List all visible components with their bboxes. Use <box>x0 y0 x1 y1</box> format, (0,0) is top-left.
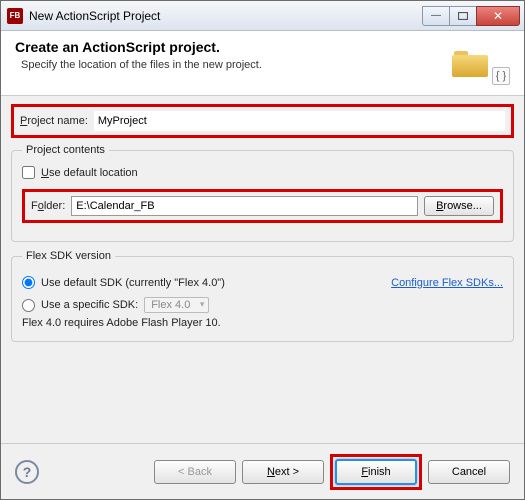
dialog-window: FB New ActionScript Project — ✕ Create a… <box>0 0 525 500</box>
actionscript-icon: { } <box>492 67 510 85</box>
banner-subtitle: Specify the location of the files in the… <box>21 59 452 71</box>
project-contents-group: Project contents Use default location Fo… <box>11 144 514 242</box>
sdk-requirement-text: Flex 4.0 requires Adobe Flash Player 10. <box>22 317 503 329</box>
titlebar: FB New ActionScript Project — ✕ <box>1 1 524 31</box>
use-default-sdk-label: Use default SDK (currently "Flex 4.0") <box>41 277 225 289</box>
use-specific-sdk-radio[interactable] <box>22 299 35 312</box>
maximize-button[interactable] <box>449 6 477 26</box>
finish-highlight: Finish <box>330 454 422 490</box>
minimize-button[interactable]: — <box>422 6 450 26</box>
use-default-sdk-radio[interactable] <box>22 276 35 289</box>
help-button[interactable]: ? <box>15 460 39 484</box>
flex-sdk-group: Flex SDK version Use default SDK (curren… <box>11 250 514 342</box>
flex-sdk-legend: Flex SDK version <box>22 250 115 262</box>
content-area: Project name: Project contents Use defau… <box>1 96 524 443</box>
cancel-button[interactable]: Cancel <box>428 460 510 484</box>
back-button[interactable]: < Back <box>154 460 236 484</box>
folder-icon <box>452 49 488 77</box>
close-button[interactable]: ✕ <box>476 6 520 26</box>
next-button[interactable]: Next > <box>242 460 324 484</box>
project-name-label: Project name: <box>20 115 88 127</box>
banner-title: Create an ActionScript project. <box>15 39 452 55</box>
maximize-icon <box>458 12 468 20</box>
folder-row: Folder: Browse... <box>22 189 503 223</box>
browse-button[interactable]: Browse... <box>424 196 494 216</box>
use-default-location-checkbox[interactable] <box>22 166 35 179</box>
folder-label: Folder: <box>31 200 65 212</box>
configure-sdks-link[interactable]: Configure Flex SDKs... <box>391 277 503 289</box>
app-icon: FB <box>7 8 23 24</box>
banner: Create an ActionScript project. Specify … <box>1 31 524 96</box>
finish-button[interactable]: Finish <box>335 459 417 485</box>
use-specific-sdk-label: Use a specific SDK: <box>41 299 138 311</box>
button-bar: ? < Back Next > Finish Cancel <box>1 443 524 499</box>
use-default-location-row: Use default location <box>22 166 503 179</box>
window-title: New ActionScript Project <box>29 9 423 23</box>
project-contents-legend: Project contents <box>22 144 109 156</box>
sdk-select[interactable]: Flex 4.0 <box>144 297 209 313</box>
window-controls: — ✕ <box>423 6 520 26</box>
project-name-row: Project name: <box>11 104 514 138</box>
project-name-input[interactable] <box>94 111 505 131</box>
use-default-location-label: Use default location <box>41 167 138 179</box>
folder-input[interactable] <box>71 196 418 216</box>
